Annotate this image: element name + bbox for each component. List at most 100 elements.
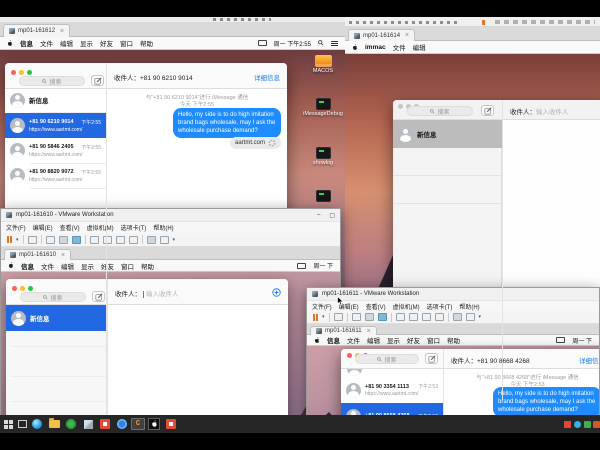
conversation-row-new-message[interactable]: 新信息 [5, 88, 106, 112]
taskbar-app-green[interactable] [65, 418, 77, 430]
menu-buddies[interactable]: 好友 [100, 38, 113, 48]
minimize-window-icon[interactable] [19, 70, 24, 75]
compose-button[interactable] [481, 105, 494, 116]
unity-mode-button[interactable] [435, 313, 444, 321]
start-button[interactable] [2, 418, 14, 430]
snapshot-manager-button[interactable] [72, 236, 81, 244]
vmware-menu-tabs[interactable]: 选项卡(T) [427, 302, 453, 311]
menu-app-immac[interactable]: immac [365, 44, 386, 51]
vmware-menu-help[interactable]: 帮助(H) [153, 223, 173, 232]
console-view-button[interactable] [453, 313, 462, 321]
conversation-row-new-message[interactable]: 新信息 [393, 120, 502, 148]
vmware-menu-help[interactable]: 帮助(H) [459, 302, 479, 311]
search-input[interactable]: 搜索 [19, 76, 85, 86]
menu-help[interactable]: 帮助 [141, 261, 154, 271]
minimize-icon[interactable]: – [317, 212, 320, 219]
tab-close-icon[interactable]: × [60, 28, 64, 35]
menu-edit[interactable]: 编辑 [61, 261, 74, 271]
minimize-window-icon[interactable] [20, 286, 25, 291]
power-dropdown-icon[interactable]: ▾ [16, 237, 19, 243]
power-dropdown-icon[interactable]: ▾ [322, 314, 325, 320]
task-view-button[interactable] [16, 418, 28, 430]
taskbar-app-blue[interactable] [116, 418, 128, 430]
console-view-button[interactable] [147, 236, 156, 244]
menu-file[interactable]: 文件 [41, 261, 54, 271]
close-window-icon[interactable] [11, 70, 16, 75]
notification-center-icon[interactable] [331, 41, 338, 46]
menu-file[interactable]: 文件 [393, 42, 406, 52]
menu-buddies[interactable]: 好友 [407, 335, 420, 345]
menu-view[interactable]: 显示 [81, 261, 94, 271]
menu-messages[interactable]: 信息 [21, 261, 34, 271]
menu-bar-clock[interactable]: 周一 下午2:55 [274, 39, 311, 48]
desktop-icon-showlog[interactable]: showlog [301, 147, 345, 166]
desktop-icon-macos[interactable]: MACOS [301, 55, 345, 74]
snapshot-revert-button[interactable] [365, 313, 374, 321]
taskbar-app-red-1[interactable] [99, 418, 111, 430]
show-library-button[interactable] [90, 236, 99, 244]
conversation-row[interactable]: +81 90 3354 1113下午2:53 https://www.aartm… [341, 377, 443, 403]
search-input[interactable]: 搜索 [407, 106, 473, 116]
display-dropdown-icon[interactable]: ▾ [479, 314, 482, 320]
display-status-icon[interactable] [258, 40, 267, 46]
taskbar-app-apple[interactable] [148, 418, 160, 430]
taskbar-app-red-2[interactable] [165, 418, 177, 430]
tab-close-icon[interactable]: × [61, 252, 65, 259]
display-status-icon[interactable] [297, 263, 306, 269]
vm-tab-mp01-161614[interactable]: mp01-161614 × [348, 29, 415, 41]
vmware-title-bar[interactable]: mp01-161610 - VMware Workstation – ▢ [1, 209, 340, 222]
add-contact-button[interactable] [272, 288, 281, 297]
taskbar-app-explorer[interactable] [48, 418, 60, 430]
show-thumbnails-button[interactable] [103, 236, 112, 244]
menu-bar-clock[interactable]: 周一 下 [313, 261, 333, 270]
close-window-icon[interactable] [398, 104, 403, 109]
display-settings-button[interactable] [466, 313, 475, 321]
zoom-window-icon[interactable] [27, 70, 32, 75]
apple-menu-icon[interactable] [352, 44, 358, 51]
snapshot-take-button[interactable] [46, 236, 55, 244]
menu-view[interactable]: 显示 [387, 335, 400, 345]
snapshot-take-button[interactable] [352, 313, 361, 321]
menu-edit[interactable]: 编辑 [413, 42, 426, 52]
vmware-menu-file[interactable]: 文件(F) [6, 223, 26, 232]
spotlight-icon[interactable] [318, 40, 324, 46]
display-status-icon[interactable] [556, 337, 565, 343]
compose-button[interactable] [91, 75, 104, 86]
menu-window[interactable]: 窗口 [427, 335, 440, 345]
vm-tab-mp01-161612[interactable]: mp01-161612 × [3, 24, 70, 37]
send-ctrl-alt-del-button[interactable] [334, 313, 343, 321]
apple-menu-icon[interactable] [7, 40, 13, 47]
to-field[interactable]: 收件人：输入收件人 [115, 288, 179, 298]
vm-tab-mp01-161610[interactable]: mp01-161610 × [4, 249, 71, 260]
details-link[interactable]: 详细信息 [254, 72, 280, 82]
menu-help[interactable]: 帮助 [140, 38, 153, 48]
menu-file[interactable]: 文件 [40, 38, 53, 48]
to-field[interactable]: 收件人：输入收件人 [510, 106, 569, 116]
menu-bar-clock[interactable]: 周一 下 [572, 336, 592, 345]
conversation-row[interactable]: +81 90 8820 9072下午2:55 https://www.aartm… [5, 163, 106, 188]
menu-edit[interactable]: 编辑 [60, 38, 73, 48]
unity-mode-button[interactable] [129, 236, 138, 244]
menu-buddies[interactable]: 好友 [101, 261, 114, 271]
power-pause-button[interactable] [7, 236, 12, 243]
maximize-icon[interactable]: ▢ [329, 212, 335, 219]
desktop-icon-partial[interactable] [301, 190, 345, 203]
display-dropdown-icon[interactable]: ▾ [173, 237, 176, 243]
fullscreen-button[interactable] [116, 236, 125, 244]
vmware-menu-view[interactable]: 查看(V) [366, 302, 386, 311]
desktop-icon-imessagedebug[interactable]: iMessageDebug [301, 98, 345, 117]
compose-button[interactable] [92, 291, 105, 302]
apple-menu-icon[interactable] [8, 262, 14, 269]
fullscreen-button[interactable] [422, 313, 431, 321]
vmware-menu-tabs[interactable]: 选项卡(T) [121, 223, 147, 232]
menu-file[interactable]: 文件 [347, 335, 360, 345]
search-input[interactable]: 搜索 [355, 354, 419, 364]
tray-icon-orange[interactable] [590, 418, 600, 430]
search-input[interactable]: 搜索 [20, 292, 86, 302]
details-link[interactable]: 详细信息 [579, 355, 600, 365]
menu-messages[interactable]: 信息 [20, 38, 33, 48]
menu-window[interactable]: 窗口 [120, 38, 133, 48]
vmware-menu-view[interactable]: 查看(V) [60, 223, 80, 232]
close-window-icon[interactable] [347, 353, 352, 358]
vmware-menu-edit[interactable]: 编辑(E) [33, 223, 53, 232]
